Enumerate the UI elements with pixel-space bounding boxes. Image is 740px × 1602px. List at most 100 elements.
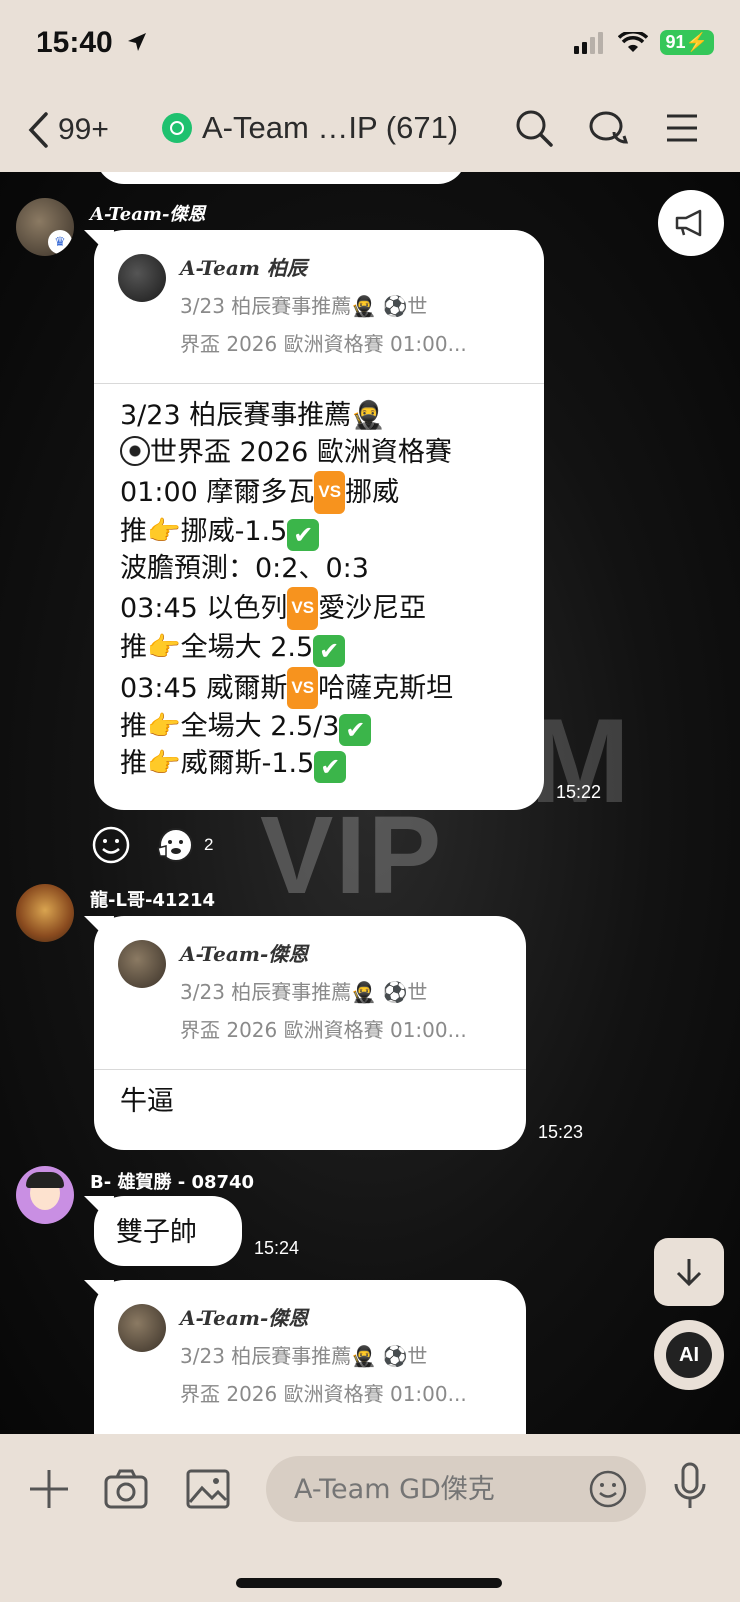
vs-icon: VS xyxy=(314,471,346,514)
signal-icon xyxy=(573,31,603,54)
text-segment: 推👉全場大 2.5 xyxy=(120,631,314,663)
quote-line: 界盃 2026 歐洲資格賽 01:00... xyxy=(180,1382,467,1406)
text-line: 世界盃 2026 歐洲資格賽 xyxy=(120,435,518,472)
announcement-button[interactable] xyxy=(658,190,724,256)
avatar[interactable]: ♛ xyxy=(16,198,74,256)
reaction-count: 2 xyxy=(204,835,214,854)
quote-text: 3/23 柏辰賽事推薦🥷 ⚽世 界盃 2026 歐洲資格賽 01:00... xyxy=(180,973,504,1049)
quote-avatar xyxy=(118,1304,166,1352)
quote-line: 3/23 柏辰賽事推薦🥷 ⚽世 xyxy=(180,1344,428,1368)
chat-title-area[interactable]: A-Team …IP (671) xyxy=(162,110,458,146)
text-segment: 世界盃 2026 歐洲資格賽 xyxy=(150,436,452,468)
text-line: 03:45 以色列 VS 愛沙尼亞 xyxy=(120,587,518,630)
message-text: 雙子帥 xyxy=(116,1217,197,1248)
quote-name: A-Team 柏辰 xyxy=(180,256,307,280)
quote-text: 3/23 柏辰賽事推薦🥷 ⚽世 界盃 2026 歐洲資格賽 01:00... xyxy=(180,287,522,363)
message-time: 15:24 xyxy=(254,1238,300,1258)
sender-name: B- 雄賀勝 - 08740 xyxy=(90,1172,255,1193)
image-icon[interactable] xyxy=(186,1468,230,1510)
reaction-icon xyxy=(157,828,193,862)
quote-line: 3/23 柏辰賽事推薦🥷 ⚽世 xyxy=(180,980,428,1004)
home-indicator[interactable] xyxy=(236,1578,502,1588)
status-indicators: 91⚡ xyxy=(573,30,714,55)
message-input-wrapper[interactable] xyxy=(266,1456,646,1522)
text-line: 波膽預測：0:2、0:3 xyxy=(120,552,369,584)
avatar[interactable] xyxy=(16,1166,74,1224)
battery-level: 91 xyxy=(665,32,686,52)
quote-avatar xyxy=(118,254,166,302)
message-time: 15:23 xyxy=(538,1122,584,1142)
check-icon: ✔ xyxy=(313,634,346,667)
text-line: 03:45 威爾斯 VS 哈薩克斯坦 xyxy=(120,666,518,709)
sender-name: 龍-L哥-41214 xyxy=(90,890,216,911)
crown-badge-icon: ♛ xyxy=(48,230,72,254)
chat-header: 99+ A-Team …IP (671) xyxy=(0,96,740,166)
vs-icon: VS xyxy=(287,666,319,709)
text-segment: 推👉全場大 2.5/3 xyxy=(120,711,340,742)
check-icon: ✔ xyxy=(314,751,347,783)
quote-name: A-Team-傑恩 xyxy=(180,1306,309,1330)
search-icon[interactable] xyxy=(514,108,554,148)
camera-icon[interactable] xyxy=(104,1468,148,1510)
reply-quote[interactable]: A-Team-傑恩 3/23 柏辰賽事推薦🥷 ⚽世 界盃 2026 歐洲資格賽 … xyxy=(94,1280,526,1433)
sender-name: A-Team-傑恩 xyxy=(90,204,206,225)
mic-icon[interactable] xyxy=(672,1462,708,1512)
text-segment: 01:00 摩爾多瓦 xyxy=(120,477,315,508)
ai-icon: AI xyxy=(666,1332,712,1378)
top-bar: 15:40 91⚡ 99+ A-Team …IP (671) xyxy=(0,0,740,172)
group-badge-icon xyxy=(162,113,192,143)
back-button[interactable]: 99+ xyxy=(26,110,109,150)
text-segment: 03:45 以色列 xyxy=(120,593,288,624)
soccer-ball-icon xyxy=(120,435,150,466)
smile-icon[interactable] xyxy=(92,826,130,864)
quote-text: 3/23 柏辰賽事推薦🥷 ⚽世 界盃 2026 歐洲資格賽 01:00... xyxy=(180,1337,504,1413)
status-time: 15:40 xyxy=(36,26,149,60)
text-segment: 哈薩克斯坦 xyxy=(318,672,454,704)
emoji-icon[interactable] xyxy=(588,1469,628,1509)
quote-line: 3/23 柏辰賽事推薦🥷 ⚽世 xyxy=(180,294,428,318)
menu-icon[interactable] xyxy=(664,108,700,148)
vs-icon: VS xyxy=(287,587,319,630)
message-bubble[interactable]: A-Team 柏辰 3/23 柏辰賽事推薦🥷 ⚽世 界盃 2026 歐洲資格賽 … xyxy=(94,230,544,810)
watermark-text: VIP xyxy=(260,794,444,917)
message-text: 牛逼 xyxy=(120,1086,174,1117)
text-segment: 推👉威爾斯-1.5 xyxy=(120,748,315,779)
header-actions xyxy=(514,108,700,148)
previous-bubble-edge xyxy=(96,172,466,184)
input-bar xyxy=(0,1434,740,1602)
plus-icon[interactable] xyxy=(28,1468,70,1510)
quote-line: 界盃 2026 歐洲資格賽 01:00... xyxy=(180,1018,467,1042)
reply-quote[interactable]: A-Team 柏辰 3/23 柏辰賽事推薦🥷 ⚽世 界盃 2026 歐洲資格賽 … xyxy=(94,230,544,384)
reaction-group[interactable]: 2 xyxy=(156,826,213,864)
text-line: 推👉全場大 2.5/3 ✔ xyxy=(120,709,518,746)
message-bubble[interactable]: A-Team-傑恩 3/23 柏辰賽事推薦🥷 ⚽世 界盃 2026 歐洲資格賽 … xyxy=(94,916,526,1150)
wifi-icon xyxy=(617,31,648,52)
chat-bubbles-icon[interactable] xyxy=(588,108,630,148)
reply-quote[interactable]: A-Team-傑恩 3/23 柏辰賽事推薦🥷 ⚽世 界盃 2026 歐洲資格賽 … xyxy=(94,916,526,1070)
message-time: 15:22 xyxy=(556,782,602,802)
quote-name: A-Team-傑恩 xyxy=(180,942,309,966)
text-line: 推👉威爾斯-1.5 ✔ xyxy=(120,746,518,783)
chat-area[interactable]: M VIP ♛ A-Team-傑恩 A-Team 柏辰 3/23 柏辰賽事推薦🥷… xyxy=(0,172,740,1434)
text-line: 推👉挪威-1.5 ✔ xyxy=(120,514,518,551)
text-segment: 推👉挪威-1.5 xyxy=(120,515,288,547)
arrow-down-icon xyxy=(676,1259,702,1287)
avatar[interactable] xyxy=(16,884,74,942)
chevron-left-icon xyxy=(28,112,48,148)
clock-text: 15:40 xyxy=(36,26,113,59)
quote-avatar xyxy=(118,940,166,988)
message-input[interactable] xyxy=(294,1456,554,1522)
megaphone-icon xyxy=(675,209,702,237)
chat-title: A-Team …IP (671) xyxy=(202,110,459,145)
ai-button[interactable]: AI xyxy=(654,1320,724,1390)
quote-line: 界盃 2026 歐洲資格賽 01:00... xyxy=(180,332,467,356)
battery-icon: 91⚡ xyxy=(659,30,714,55)
text-segment: 挪威 xyxy=(345,477,400,508)
text-line: 推👉全場大 2.5 ✔ xyxy=(120,630,518,667)
watermark-letter: M xyxy=(530,694,630,828)
message-bubble[interactable]: 雙子帥 xyxy=(94,1196,242,1266)
text-line: 3/23 柏辰賽事推薦🥷 xyxy=(120,400,385,431)
location-arrow-icon xyxy=(128,33,147,51)
message-bubble[interactable]: A-Team-傑恩 3/23 柏辰賽事推薦🥷 ⚽世 界盃 2026 歐洲資格賽 … xyxy=(94,1280,526,1434)
scroll-down-button[interactable] xyxy=(654,1238,724,1306)
